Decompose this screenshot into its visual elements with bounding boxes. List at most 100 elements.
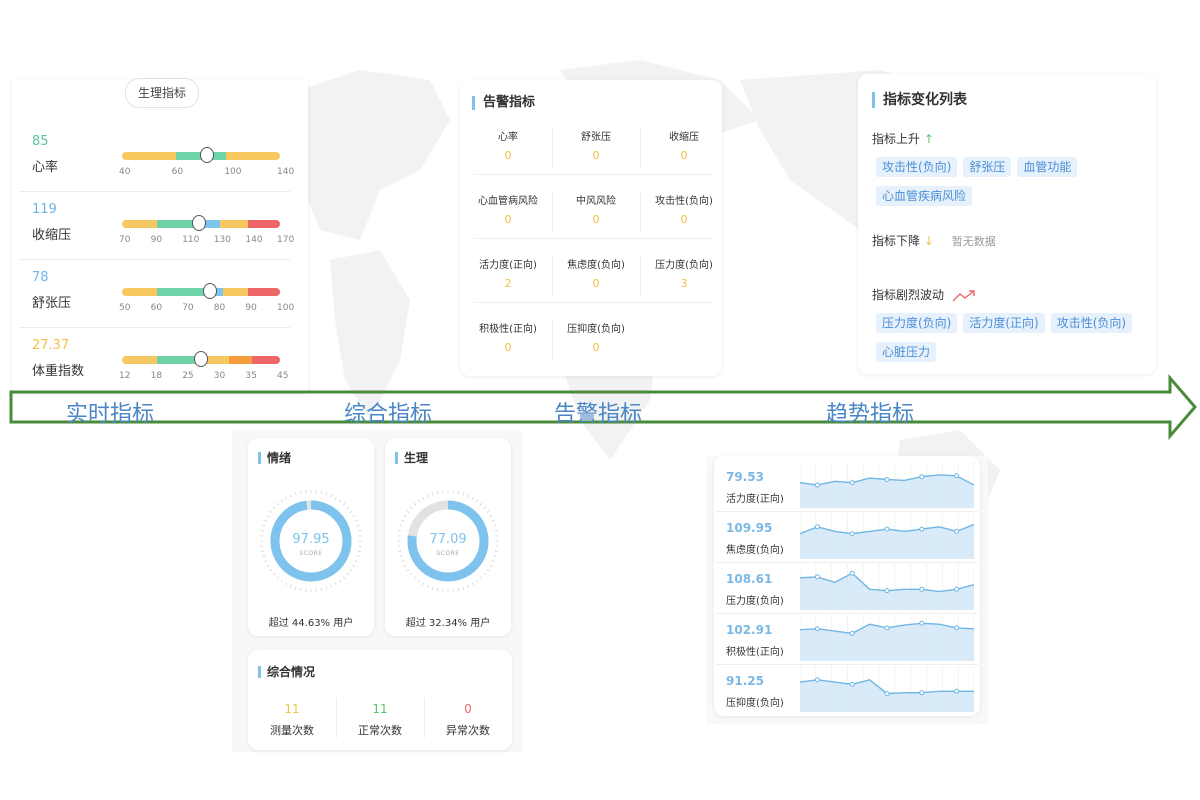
gauge-tick: [280, 579, 284, 583]
gauge-tick: [436, 587, 439, 591]
indicator-tag[interactable]: 血管功能: [1017, 157, 1078, 177]
indicator-tag[interactable]: 心血管疾病风险: [876, 186, 973, 206]
emotion-score: 97.95: [292, 532, 330, 547]
range-segment: [156, 356, 195, 364]
tick-label: 100: [224, 167, 242, 177]
trend-point: [814, 482, 820, 488]
gauge-tick: [431, 492, 434, 496]
range-segment: [122, 356, 157, 364]
trend-point: [814, 524, 820, 530]
gauge-tick: [401, 560, 405, 563]
alarm-label: 中风风险: [576, 196, 616, 207]
physio-card: 生理 77.09 SCORE 超过 32.34% 用户: [385, 438, 511, 636]
gauge-tick: [299, 491, 302, 495]
range-segment: [248, 220, 280, 228]
grid-divider: [474, 238, 712, 239]
gauge-tick: [409, 506, 413, 510]
tick-label: 100: [277, 303, 295, 313]
range-segment: [122, 220, 157, 228]
gauge-tick: [266, 564, 270, 567]
alarm-label: 压力度(负向): [655, 260, 713, 271]
gauge-tick: [479, 502, 483, 506]
trend-list-panel: 指标变化列表 指标上升 ↑ 攻击性(负向) 舒张压 血管功能心血管疾病风险 指标下降…: [858, 74, 1156, 374]
alarm-cell: 中风风险 0: [552, 184, 640, 236]
summary-cell: 11 测量次数: [248, 702, 336, 738]
gauge-tick: [436, 491, 439, 495]
emotion-title: 情绪: [258, 452, 291, 464]
alarm-label: 收缩压: [669, 132, 699, 143]
rise-tags: 攻击性(负向) 舒张压 血管功能心血管疾病风险: [876, 156, 1156, 214]
trend-row: 79.53 活力度(正向): [716, 460, 978, 512]
trend-point: [814, 677, 820, 683]
trend-value: 108.61: [726, 572, 773, 586]
alarm-value: 2: [504, 277, 512, 290]
fluctuation-icon: [952, 289, 975, 301]
trend-point: [954, 688, 960, 694]
summary-value: 11: [372, 702, 388, 716]
gauge-tick: [346, 506, 350, 510]
gauge-tick: [357, 529, 361, 532]
gauge-tick: [494, 529, 498, 532]
grid-divider: [640, 128, 641, 168]
gauge-tick: [294, 586, 297, 590]
gauge-tick: [289, 494, 292, 498]
indicator-tag[interactable]: 心脏压力: [876, 342, 937, 362]
trend-list-title: 指标变化列表: [872, 92, 967, 108]
indicator-tag[interactable]: 攻击性(负向): [876, 157, 958, 177]
tick-label: 110: [182, 235, 200, 245]
trend-point: [954, 473, 960, 479]
gauge-tick: [354, 519, 358, 522]
trend-point: [919, 586, 925, 592]
summary-value: 11: [284, 702, 300, 716]
range-segment: [223, 288, 249, 296]
gauge-tick: [325, 492, 328, 496]
alarm-label: 活力度(正向): [479, 260, 537, 271]
fluct-label: 指标剧烈波动: [872, 286, 976, 303]
grid-divider: [474, 302, 712, 303]
indicator-tag[interactable]: 舒张压: [963, 157, 1012, 177]
metric-label: 收缩压: [32, 228, 72, 243]
alarm-value: 3: [680, 277, 688, 290]
metric-label: 心率: [32, 160, 59, 175]
gauge-tick: [349, 510, 353, 514]
trend-point: [954, 586, 960, 592]
gauge-tick: [342, 576, 346, 580]
indicator-tag[interactable]: 压力度(负向): [876, 313, 958, 333]
gauge-tick: [264, 560, 268, 563]
summary-label: 测量次数: [270, 724, 314, 737]
alarm-label: 心率: [498, 132, 518, 143]
indicator-tag[interactable]: 攻击性(负向): [1050, 313, 1133, 333]
metric-ticks: 70 90 110 130 140 170: [119, 235, 294, 247]
gauge-tick: [413, 576, 417, 580]
trend-label: 积极性(正向): [726, 647, 784, 658]
gauge-tick: [413, 502, 417, 506]
gauge-tick: [493, 524, 497, 527]
tick-label: 90: [150, 235, 163, 245]
gauge-tick: [467, 584, 470, 588]
tick-label: 140: [277, 167, 295, 177]
gauge-tick: [330, 494, 333, 498]
summary-card: 综合情况 11 测量次数 11 正常次数 0 异常次数: [248, 650, 512, 750]
rise-label-text: 指标上升: [872, 132, 921, 146]
physiological-indicator-pill: 生理指标: [125, 78, 199, 108]
gauge-tick: [426, 584, 429, 588]
tick-label: 40: [119, 167, 131, 177]
alarm-value: 0: [680, 213, 688, 226]
trend-point: [954, 528, 960, 534]
gauge-tick: [352, 515, 356, 518]
range-segment: [122, 152, 176, 160]
grid-divider: [552, 320, 553, 360]
tick-label: 60: [150, 303, 163, 313]
metric-value: 119: [32, 202, 57, 217]
gauge-tick: [269, 510, 273, 514]
grid-divider: [552, 128, 553, 168]
gauge-tick: [294, 492, 297, 496]
metric-row: 119 收缩压 70 90 110 130 140 170: [20, 194, 294, 260]
gauge-tick: [486, 510, 490, 514]
alarm-value: 0: [504, 341, 512, 354]
indicator-tag[interactable]: 活力度(正向): [963, 313, 1045, 333]
fluct-tags: 压力度(负向) 活力度(正向) 攻击性(负向) 心脏压力: [876, 312, 1156, 370]
row-divider: [20, 327, 290, 328]
gauge-tick: [483, 506, 487, 510]
gauge-tick: [475, 579, 479, 583]
